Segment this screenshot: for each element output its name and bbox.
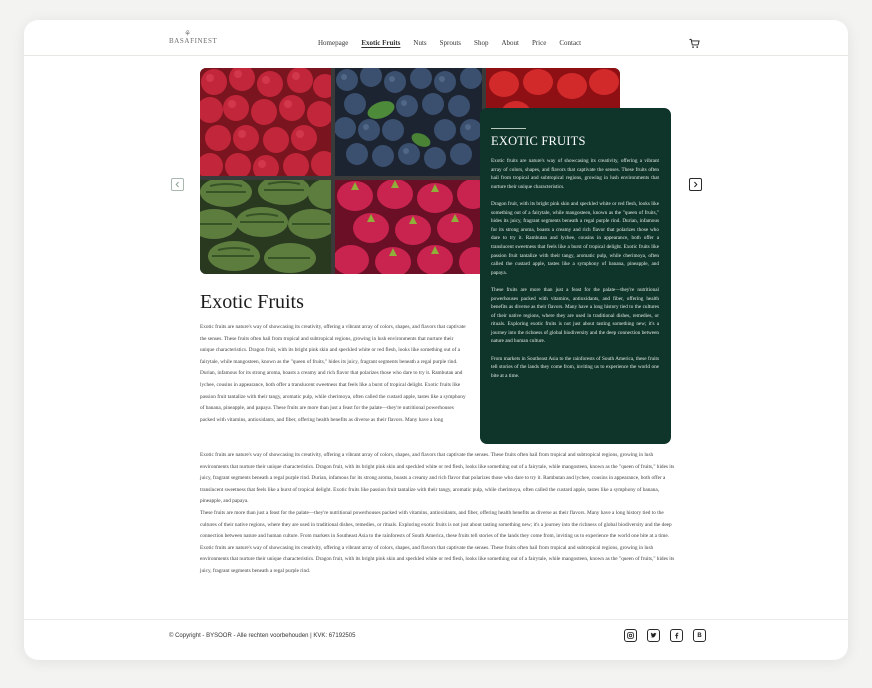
instagram-icon[interactable] (624, 629, 637, 642)
article-paragraph: Exotic fruits are nature's way of showca… (200, 452, 675, 505)
overlay-paragraph: Exotic fruits are nature's way of showca… (491, 158, 659, 190)
overlay-divider (491, 128, 526, 129)
overlay-title: EXOTIC FRUITS (491, 134, 586, 148)
site-logo[interactable]: ⚘ BASAFINEST (169, 29, 218, 45)
main-nav: Homepage Exotic Fruits Nuts Sprouts Shop… (318, 39, 581, 47)
chevron-right-icon (694, 181, 698, 188)
overlay-paragraph: From markets in Southeast Asia to the ra… (491, 355, 659, 379)
nav-homepage[interactable]: Homepage (318, 39, 348, 47)
logo-text: BASAFINEST (169, 37, 218, 45)
chevron-left-icon (175, 181, 179, 188)
twitter-icon[interactable] (647, 629, 660, 642)
raspberries-tile (200, 68, 331, 176)
article-intro-text: Exotic fruits are nature's way of showca… (200, 324, 466, 423)
watermelons-tile (200, 180, 331, 274)
dragonfruits-tile (335, 180, 482, 274)
page-title: Exotic Fruits (200, 291, 304, 313)
logo-mark-icon: ⚘ (184, 29, 192, 38)
carousel-prev-button[interactable] (171, 178, 184, 191)
overlay-paragraph: Dragon fruit, with its bright pink skin … (491, 200, 659, 276)
page-card: ⚘ BASAFINEST Homepage Exotic Fruits Nuts… (24, 20, 848, 660)
nav-nuts[interactable]: Nuts (413, 39, 426, 47)
carousel-next-button[interactable] (689, 178, 702, 191)
behance-icon[interactable]: B (693, 629, 706, 642)
nav-price[interactable]: Price (532, 39, 546, 47)
nav-sprouts[interactable]: Sprouts (440, 39, 461, 47)
nav-about[interactable]: About (501, 39, 519, 47)
blueberries-tile (335, 68, 482, 176)
info-overlay-card: EXOTIC FRUITS Exotic fruits are nature's… (480, 108, 671, 444)
nav-shop[interactable]: Shop (474, 39, 488, 47)
site-footer: © Copyright - BYSOOR - Alle rechten voor… (24, 619, 848, 660)
cart-icon[interactable] (689, 38, 700, 49)
nav-exotic-fruits[interactable]: Exotic Fruits (361, 39, 400, 47)
article-paragraph: Exotic fruits are nature's way of showca… (200, 544, 675, 574)
nav-contact[interactable]: Contact (559, 39, 581, 47)
article-body: Exotic fruits are nature's way of showca… (200, 450, 676, 578)
social-links: B (624, 629, 706, 642)
copyright-text: © Copyright - BYSOOR - Alle rechten voor… (169, 633, 356, 639)
overlay-paragraph: These fruits are more than just a feast … (491, 286, 659, 345)
article-paragraph: These fruits are more than just a feast … (200, 509, 672, 540)
site-header: ⚘ BASAFINEST Homepage Exotic Fruits Nuts… (24, 20, 848, 56)
facebook-icon[interactable] (670, 629, 683, 642)
